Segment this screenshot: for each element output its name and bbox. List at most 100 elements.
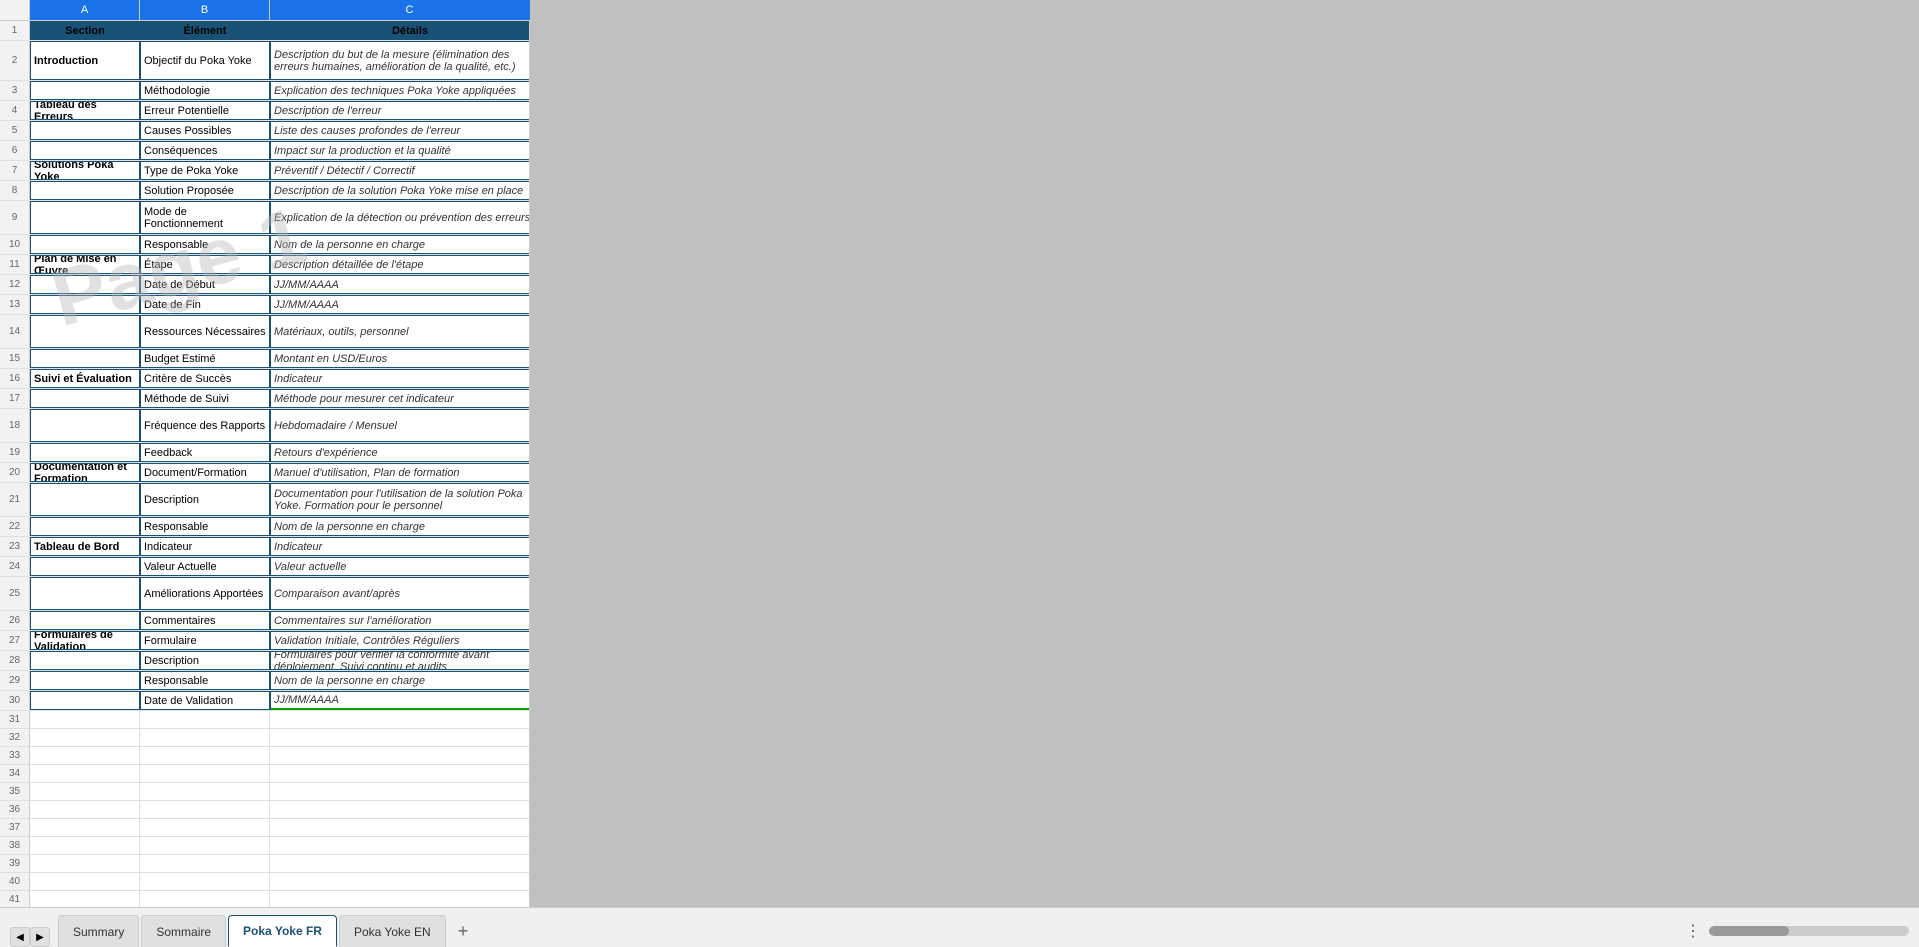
cell-14-c[interactable]: Matériaux, outils, personnel bbox=[270, 315, 529, 348]
cell-25-c[interactable]: Comparaison avant/après bbox=[270, 577, 529, 610]
cell-18-c[interactable]: Hebdomadaire / Mensuel bbox=[270, 409, 529, 442]
cell-2-a[interactable]: Introduction bbox=[30, 41, 140, 80]
cell-19-b[interactable]: Feedback bbox=[140, 443, 270, 462]
col-header-c[interactable]: C bbox=[270, 0, 550, 20]
cell-20-b[interactable]: Document/Formation bbox=[140, 463, 270, 482]
cell-9-c[interactable]: Explication de la détection ou préventio… bbox=[270, 201, 529, 234]
cell-13-b[interactable]: Date de Fin bbox=[140, 295, 270, 314]
cell-2-b[interactable]: Objectif du Poka Yoke bbox=[140, 41, 270, 80]
cell-29-b[interactable]: Responsable bbox=[140, 671, 270, 690]
cell-17-a[interactable] bbox=[30, 389, 140, 408]
cell-24-a[interactable] bbox=[30, 557, 140, 576]
cell-3-c[interactable]: Explication des techniques Poka Yoke app… bbox=[270, 81, 529, 100]
cell-28-b[interactable]: Description bbox=[140, 651, 270, 670]
tab-sommaire[interactable]: Sommaire bbox=[141, 915, 226, 947]
cell-27-a[interactable]: Formulaires de Validation bbox=[30, 631, 140, 650]
col-header-b[interactable]: B bbox=[140, 0, 270, 20]
cell-5-c[interactable]: Liste des causes profondes de l'erreur bbox=[270, 121, 529, 140]
cell-3-a[interactable] bbox=[30, 81, 140, 100]
tab-poka-yoke-en[interactable]: Poka Yoke EN bbox=[339, 915, 446, 947]
nav-prev-button[interactable]: ◀ bbox=[10, 927, 30, 947]
cell-13-a[interactable] bbox=[30, 295, 140, 314]
cell-15-a[interactable] bbox=[30, 349, 140, 368]
cell-1-a[interactable]: Section bbox=[30, 21, 140, 40]
cell-30-c[interactable]: JJ/MM/AAAA bbox=[270, 691, 529, 710]
cell-7-b[interactable]: Type de Poka Yoke bbox=[140, 161, 270, 180]
cell-20-a[interactable]: Documentation et Formation bbox=[30, 463, 140, 482]
horizontal-scrollbar[interactable] bbox=[1709, 926, 1909, 936]
cell-13-c[interactable]: JJ/MM/AAAA bbox=[270, 295, 529, 314]
cell-1-c[interactable]: Détails bbox=[270, 21, 529, 40]
cell-14-a[interactable] bbox=[30, 315, 140, 348]
cell-26-b[interactable]: Commentaires bbox=[140, 611, 270, 630]
cell-11-c[interactable]: Description détaillée de l'étape bbox=[270, 255, 529, 274]
cell-15-b[interactable]: Budget Estimé bbox=[140, 349, 270, 368]
cell-23-c[interactable]: Indicateur bbox=[270, 537, 529, 556]
cell-26-c[interactable]: Commentaires sur l'amélioration bbox=[270, 611, 529, 630]
cell-30-b[interactable]: Date de Validation bbox=[140, 691, 270, 710]
cell-12-a[interactable] bbox=[30, 275, 140, 294]
tab-summary[interactable]: Summary bbox=[58, 915, 139, 947]
cell-24-b[interactable]: Valeur Actuelle bbox=[140, 557, 270, 576]
cell-4-a[interactable]: Tableau des Erreurs bbox=[30, 101, 140, 120]
cell-12-c[interactable]: JJ/MM/AAAA bbox=[270, 275, 529, 294]
cell-18-b[interactable]: Fréquence des Rapports bbox=[140, 409, 270, 442]
cell-23-a[interactable]: Tableau de Bord bbox=[30, 537, 140, 556]
cell-10-a[interactable] bbox=[30, 235, 140, 254]
cell-16-c[interactable]: Indicateur bbox=[270, 369, 529, 388]
cell-11-b[interactable]: Étape bbox=[140, 255, 270, 274]
cell-19-c[interactable]: Retours d'expérience bbox=[270, 443, 529, 462]
cell-22-c[interactable]: Nom de la personne en charge bbox=[270, 517, 529, 536]
cell-8-b[interactable]: Solution Proposée bbox=[140, 181, 270, 200]
cell-23-b[interactable]: Indicateur bbox=[140, 537, 270, 556]
cell-5-a[interactable] bbox=[30, 121, 140, 140]
cell-16-a[interactable]: Suivi et Évaluation bbox=[30, 369, 140, 388]
cell-9-a[interactable] bbox=[30, 201, 140, 234]
cell-17-b[interactable]: Méthode de Suivi bbox=[140, 389, 270, 408]
cell-3-b[interactable]: Méthodologie bbox=[140, 81, 270, 100]
cell-6-c[interactable]: Impact sur la production et la qualité bbox=[270, 141, 529, 160]
cell-20-c[interactable]: Manuel d'utilisation, Plan de formation bbox=[270, 463, 529, 482]
cell-30-a[interactable] bbox=[30, 691, 140, 710]
cell-28-c[interactable]: Formulaires pour vérifier la conformité … bbox=[270, 651, 529, 670]
cell-19-a[interactable] bbox=[30, 443, 140, 462]
more-options-button[interactable]: ⋮ bbox=[1685, 921, 1701, 941]
cell-17-c[interactable]: Méthode pour mesurer cet indicateur bbox=[270, 389, 529, 408]
cell-11-a[interactable]: Plan de Mise en Œuvre bbox=[30, 255, 140, 274]
cell-27-b[interactable]: Formulaire bbox=[140, 631, 270, 650]
col-header-a[interactable]: A bbox=[30, 0, 140, 20]
cell-7-a[interactable]: Solutions Poka Yoke bbox=[30, 161, 140, 180]
cell-1-b[interactable]: Élément bbox=[140, 21, 270, 40]
cell-8-c[interactable]: Description de la solution Poka Yoke mis… bbox=[270, 181, 529, 200]
cell-26-a[interactable] bbox=[30, 611, 140, 630]
cell-25-b[interactable]: Améliorations Apportées bbox=[140, 577, 270, 610]
cell-21-b[interactable]: Description bbox=[140, 483, 270, 516]
cell-24-c[interactable]: Valeur actuelle bbox=[270, 557, 529, 576]
cell-25-a[interactable] bbox=[30, 577, 140, 610]
cell-6-b[interactable]: Conséquences bbox=[140, 141, 270, 160]
add-sheet-button[interactable]: + bbox=[448, 915, 479, 947]
nav-next-button[interactable]: ▶ bbox=[30, 927, 50, 947]
cell-12-b[interactable]: Date de Début bbox=[140, 275, 270, 294]
cell-21-c[interactable]: Documentation pour l'utilisation de la s… bbox=[270, 483, 529, 516]
cell-2-c[interactable]: Description du but de la mesure (élimina… bbox=[270, 41, 529, 80]
cell-7-c[interactable]: Préventif / Détectif / Correctif bbox=[270, 161, 529, 180]
cell-9-b[interactable]: Mode de Fonctionnement bbox=[140, 201, 270, 234]
cell-10-b[interactable]: Responsable bbox=[140, 235, 270, 254]
cell-18-a[interactable] bbox=[30, 409, 140, 442]
cell-22-b[interactable]: Responsable bbox=[140, 517, 270, 536]
cell-5-b[interactable]: Causes Possibles bbox=[140, 121, 270, 140]
cell-27-c[interactable]: Validation Initiale, Contrôles Réguliers bbox=[270, 631, 529, 650]
tab-poka-yoke-fr[interactable]: Poka Yoke FR bbox=[228, 915, 337, 947]
cell-29-c[interactable]: Nom de la personne en charge bbox=[270, 671, 529, 690]
cell-15-c[interactable]: Montant en USD/Euros bbox=[270, 349, 529, 368]
cell-6-a[interactable] bbox=[30, 141, 140, 160]
cell-10-c[interactable]: Nom de la personne en charge bbox=[270, 235, 529, 254]
cell-8-a[interactable] bbox=[30, 181, 140, 200]
cell-21-a[interactable] bbox=[30, 483, 140, 516]
cell-4-c[interactable]: Description de l'erreur bbox=[270, 101, 529, 120]
cell-14-b[interactable]: Ressources Nécessaires bbox=[140, 315, 270, 348]
cell-28-a[interactable] bbox=[30, 651, 140, 670]
cell-16-b[interactable]: Critère de Succès bbox=[140, 369, 270, 388]
cell-29-a[interactable] bbox=[30, 671, 140, 690]
